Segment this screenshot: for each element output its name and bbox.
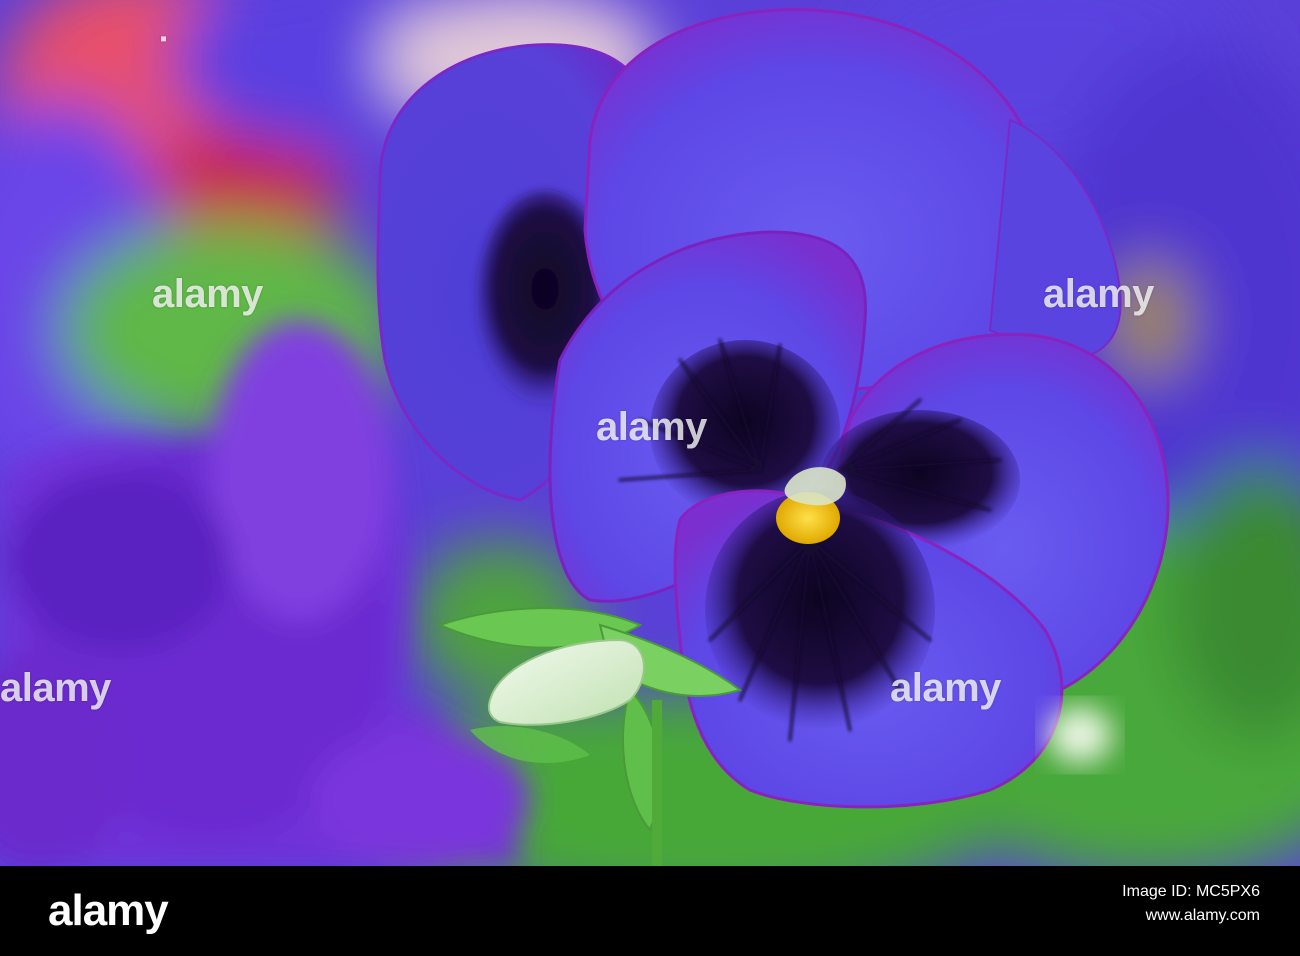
image-id: Image ID: MC5PX6 (1122, 883, 1260, 900)
photo-frame: ▪ alamy alamy alamy alamy alamy alamy Im… (0, 0, 1300, 956)
image-info: Image ID: MC5PX6 www.alamy.com (1122, 880, 1260, 928)
site-link[interactable]: www.alamy.com (1122, 904, 1260, 928)
footer-bar: alamy Image ID: MC5PX6 www.alamy.com (0, 866, 1300, 956)
alamy-logo[interactable]: alamy (48, 886, 169, 936)
pansy-photo (0, 0, 1300, 866)
pansy-illustration (0, 0, 1300, 866)
